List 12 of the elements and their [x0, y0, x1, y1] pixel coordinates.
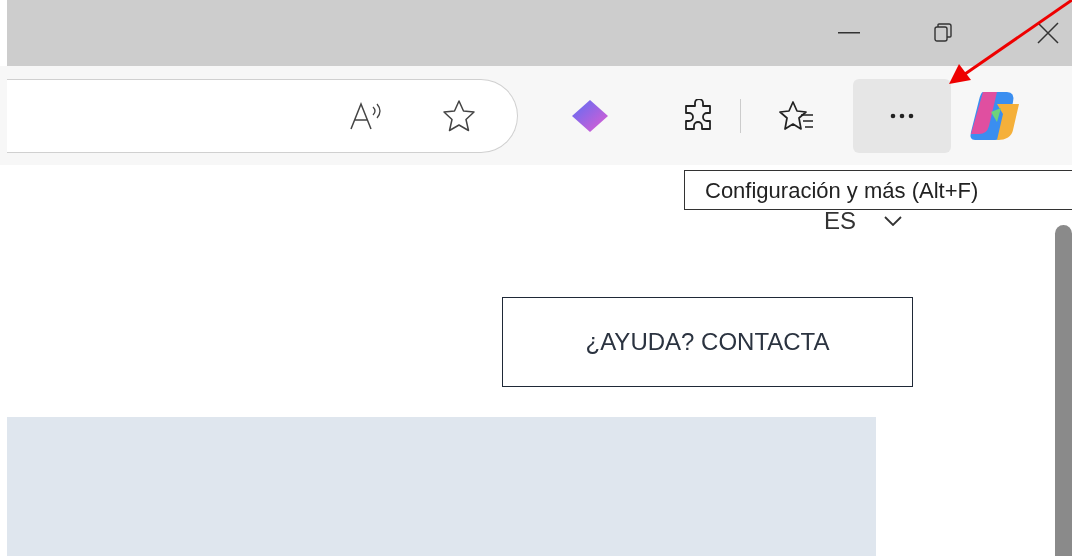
more-icon [890, 112, 914, 119]
chevron-down-icon[interactable] [884, 216, 902, 226]
help-contact-button[interactable]: ¿AYUDA? CONTACTA [502, 297, 913, 387]
read-aloud-icon[interactable] [349, 100, 383, 131]
diamond-icon[interactable] [570, 97, 610, 134]
favorite-star-icon[interactable] [441, 98, 477, 133]
scrollbar-thumb[interactable] [1055, 225, 1072, 556]
restore-icon[interactable] [934, 23, 952, 43]
close-icon[interactable] [1036, 21, 1060, 45]
tooltip: Configuración y más (Alt+F) [684, 170, 1072, 210]
minimize-icon[interactable] [838, 32, 860, 34]
favorites-icon[interactable] [779, 99, 815, 132]
